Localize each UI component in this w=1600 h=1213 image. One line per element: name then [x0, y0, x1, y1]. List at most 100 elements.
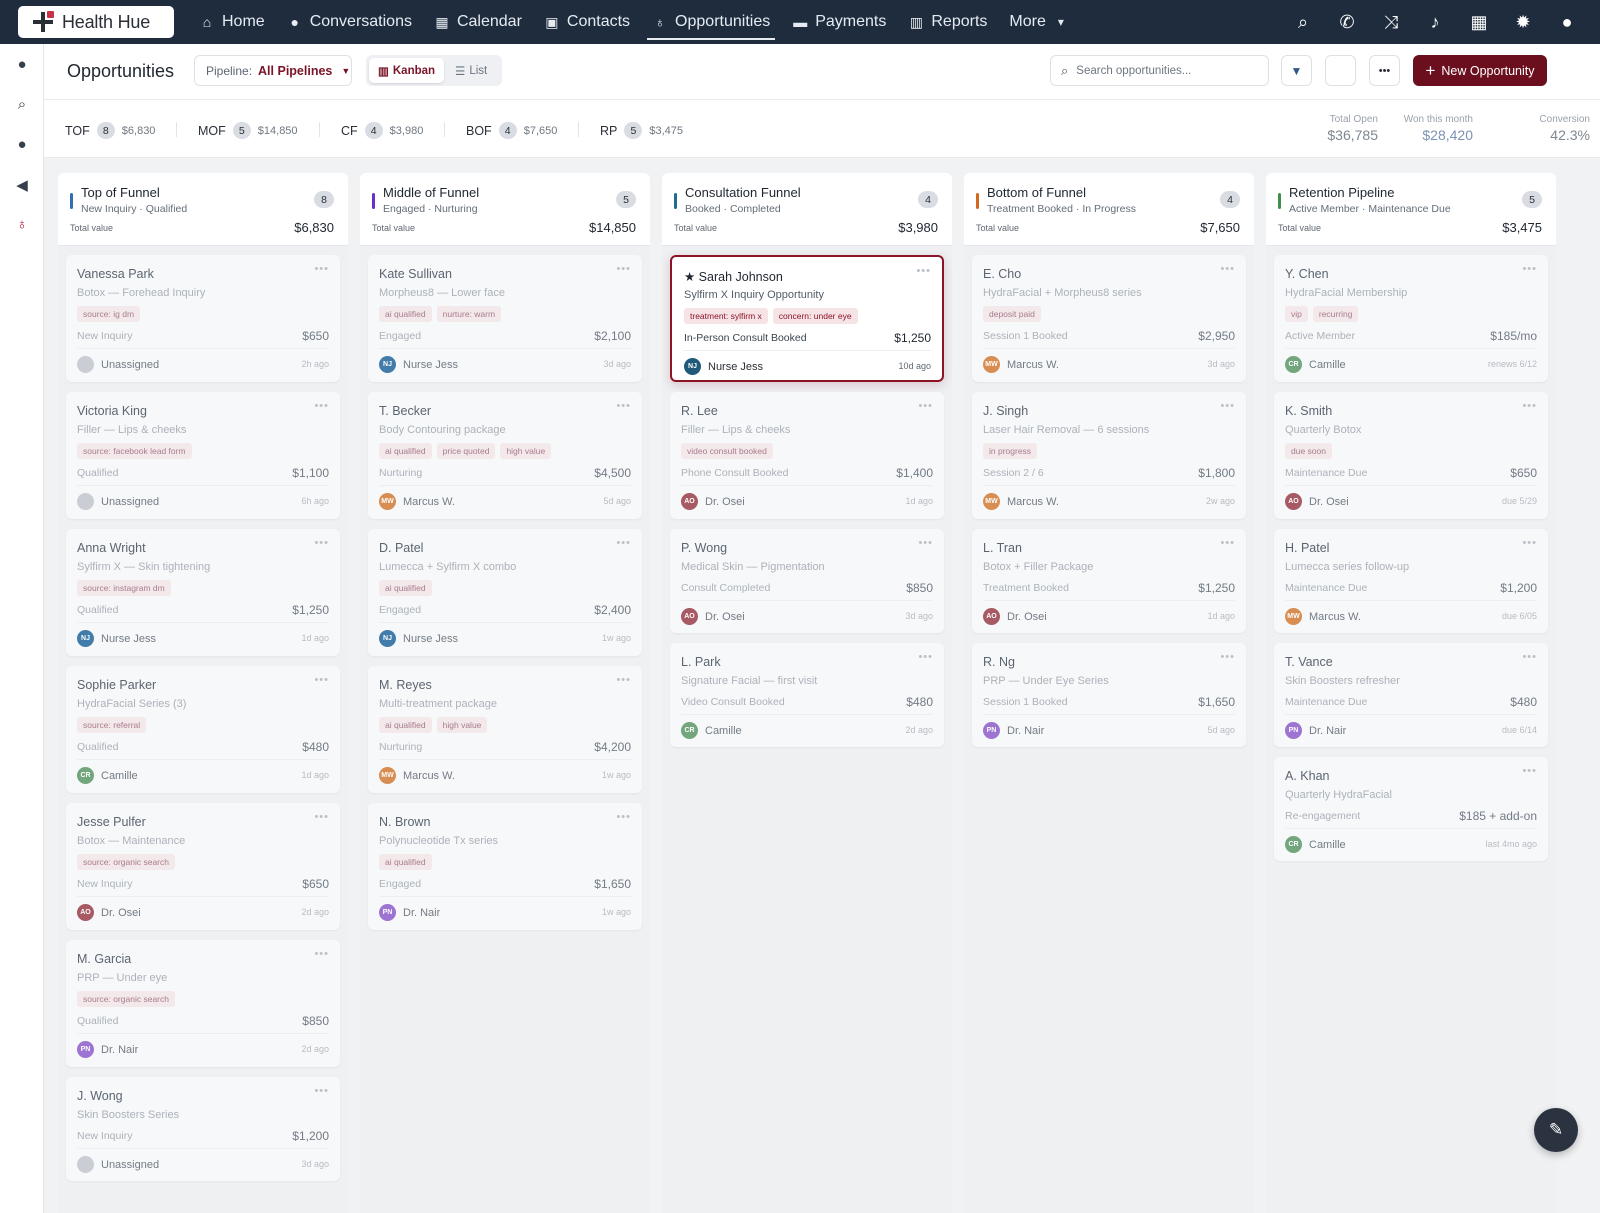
opportunity-card[interactable]: Anna Wright ••• Sylfirm X — Skin tightenin…: [66, 529, 340, 656]
card-amount: $1,200: [292, 1129, 329, 1143]
card-service: Quarterly HydraFacial: [1285, 789, 1392, 801]
divider: [176, 122, 177, 137]
card-menu-icon[interactable]: •••: [1522, 765, 1537, 777]
card-menu-icon[interactable]: •••: [314, 811, 329, 823]
opportunity-card[interactable]: Jesse Pulfer ••• Botox — Maintenance source…: [66, 803, 340, 930]
card-icon: ▬: [793, 14, 808, 30]
list-view-button[interactable]: ☰ List: [446, 58, 496, 83]
nav-item-more[interactable]: More ▾: [998, 0, 1079, 44]
card-menu-icon[interactable]: •••: [1220, 651, 1235, 663]
opportunity-card[interactable]: Sophie Parker ••• HydraFacial Series (3) so…: [66, 666, 340, 793]
card-menu-icon[interactable]: •••: [314, 674, 329, 686]
search-icon[interactable]: ⌕: [12, 96, 32, 116]
card-tags: in progress: [983, 443, 1038, 459]
page-title: Opportunities: [67, 61, 175, 81]
card-contact-name: Vanessa Park: [77, 267, 154, 281]
megaphone-icon[interactable]: ◀: [12, 176, 32, 196]
opportunity-card[interactable]: Kate Sullivan ••• Morpheus8 — Lower face ai…: [368, 255, 642, 382]
nav-item-conversations[interactable]: ● Conversations: [276, 0, 423, 44]
brand-logo[interactable]: Health Hue: [18, 6, 174, 38]
chevron-down-icon: ▾: [1057, 15, 1064, 29]
card-menu-icon[interactable]: •••: [1522, 263, 1537, 275]
tag-chip: ai qualified: [379, 306, 432, 322]
opportunity-card[interactable]: Y. Chen ••• HydraFacial Membership vip recur…: [1274, 255, 1548, 382]
card-menu-icon[interactable]: •••: [1522, 400, 1537, 412]
card-tags: ai qualified high value: [379, 717, 488, 733]
opportunity-card[interactable]: J. Singh ••• Laser Hair Removal — 6 sessio…: [972, 392, 1246, 519]
search-input[interactable]: ⌕ Search opportunities...: [1050, 55, 1269, 86]
card-amount: $1,400: [896, 466, 933, 480]
phone-icon[interactable]: ✆: [1336, 12, 1358, 33]
card-menu-icon[interactable]: •••: [616, 811, 631, 823]
opportunity-card[interactable]: M. Garcia ••• PRP — Under eye source: organ…: [66, 940, 340, 1067]
card-menu-icon[interactable]: •••: [1522, 537, 1537, 549]
nav-item-calendar[interactable]: ▦ Calendar: [423, 0, 533, 44]
divider: [77, 1148, 329, 1149]
opportunity-card[interactable]: J. Wong ••• Skin Boosters Series New Inquir…: [66, 1077, 340, 1181]
owner-name: Marcus W.: [1007, 358, 1059, 371]
column-total-value: $14,850: [589, 220, 636, 235]
kanban-view-button[interactable]: ▥ Kanban: [369, 58, 445, 83]
bell-icon[interactable]: ♪: [1424, 12, 1446, 33]
opportunity-card[interactable]: N. Brown ••• Polynucleotide Tx series ai qu…: [368, 803, 642, 930]
opportunity-card[interactable]: L. Tran ••• Botox + Filler Package Treatmen…: [972, 529, 1246, 633]
nav-item-reports[interactable]: ▥ Reports: [897, 0, 998, 44]
opportunity-card[interactable]: H. Patel ••• Lumecca series follow-up Maint…: [1274, 529, 1548, 633]
owner-name: Dr. Osei: [705, 495, 745, 508]
card-menu-icon[interactable]: •••: [616, 537, 631, 549]
opportunity-card[interactable]: A. Khan ••• Quarterly HydraFacial Re-engage…: [1274, 757, 1548, 861]
card-menu-icon[interactable]: •••: [314, 400, 329, 412]
card-menu-icon[interactable]: •••: [1220, 537, 1235, 549]
card-contact-name: R. Lee: [681, 404, 718, 418]
card-menu-icon[interactable]: •••: [916, 265, 931, 277]
brand-name: Health Hue: [62, 11, 151, 32]
card-status: Maintenance Due: [1285, 696, 1368, 708]
opportunity-card[interactable]: R. Ng ••• PRP — Under Eye Series Session 1 …: [972, 643, 1246, 747]
ai-assist-button[interactable]: ✎: [1534, 1108, 1578, 1152]
card-menu-icon[interactable]: •••: [1220, 263, 1235, 275]
gear-icon[interactable]: ✹: [1512, 12, 1534, 33]
calendar-icon[interactable]: ▦: [1468, 12, 1490, 33]
opportunity-card[interactable]: Victoria King ••• Filler — Lips & cheeks so…: [66, 392, 340, 519]
card-menu-icon[interactable]: •••: [918, 537, 933, 549]
more-options-button[interactable]: •••: [1369, 55, 1400, 86]
opportunity-card[interactable]: D. Patel ••• Lumecca + Sylfirm X combo ai q…: [368, 529, 642, 656]
card-menu-icon[interactable]: •••: [918, 651, 933, 663]
lightbulb-icon[interactable]: ♁: [12, 216, 32, 236]
opportunity-card[interactable]: L. Park ••• Signature Facial — first visit…: [670, 643, 944, 747]
user-icon[interactable]: ●: [1556, 12, 1578, 33]
opportunity-card[interactable]: P. Wong ••• Medical Skin — Pigmentation Con…: [670, 529, 944, 633]
chat-icon[interactable]: ●: [12, 56, 32, 76]
card-menu-icon[interactable]: •••: [616, 263, 631, 275]
card-menu-icon[interactable]: •••: [616, 674, 631, 686]
card-menu-icon[interactable]: •••: [314, 1085, 329, 1097]
card-menu-icon[interactable]: •••: [1522, 651, 1537, 663]
nav-item-payments[interactable]: ▬ Payments: [781, 0, 897, 44]
opportunity-card[interactable]: ★ Sarah Johnson ••• Sylfirm X Inquiry Oppo…: [670, 255, 944, 382]
pipeline-select[interactable]: Pipeline: All Pipelines ▼: [194, 55, 352, 86]
stage-count-badge: 5: [624, 122, 643, 139]
opportunity-card[interactable]: E. Cho ••• HydraFacial + Morpheus8 series d…: [972, 255, 1246, 382]
card-menu-icon[interactable]: •••: [314, 537, 329, 549]
shuffle-icon[interactable]: ⤨: [1380, 12, 1402, 33]
nav-item-opportunities[interactable]: ♁ Opportunities: [641, 0, 781, 44]
avatar: [77, 493, 94, 510]
card-menu-icon[interactable]: •••: [918, 400, 933, 412]
opportunity-card[interactable]: T. Vance ••• Skin Boosters refresher Mainte…: [1274, 643, 1548, 747]
nav-item-home[interactable]: ⌂ Home: [188, 0, 276, 44]
opportunity-card[interactable]: M. Reyes ••• Multi-treatment package ai qua…: [368, 666, 642, 793]
nav-item-contacts[interactable]: ▣ Contacts: [533, 0, 641, 44]
search-icon[interactable]: ⌕: [1292, 12, 1314, 33]
opportunity-card[interactable]: R. Lee ••• Filler — Lips & cheeks video con…: [670, 392, 944, 519]
filter-button[interactable]: ▼: [1281, 55, 1312, 86]
opportunity-card[interactable]: K. Smith ••• Quarterly Botox due soon Mainte…: [1274, 392, 1548, 519]
user-icon[interactable]: ●: [12, 136, 32, 156]
opportunity-card[interactable]: T. Becker ••• Body Contouring package ai qu…: [368, 392, 642, 519]
card-menu-icon[interactable]: •••: [616, 400, 631, 412]
opportunity-card[interactable]: Vanessa Park ••• Botox — Forehead Inquiry s…: [66, 255, 340, 382]
card-menu-icon[interactable]: •••: [1220, 400, 1235, 412]
settings-button[interactable]: [1325, 55, 1356, 86]
card-menu-icon[interactable]: •••: [314, 948, 329, 960]
card-menu-icon[interactable]: •••: [314, 263, 329, 275]
new-opportunity-button[interactable]: + New Opportunity: [1413, 55, 1547, 86]
